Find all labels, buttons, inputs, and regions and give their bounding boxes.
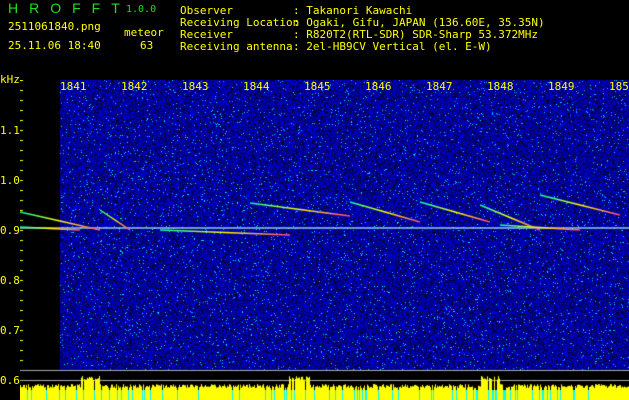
time-tick-label: 1843 — [182, 80, 209, 93]
time-tick-label: 1849 — [548, 80, 575, 93]
freq-tick-label: 1.1 — [0, 124, 20, 137]
time-tick-label: 1842 — [121, 80, 148, 93]
spectrogram — [20, 80, 629, 400]
app-title: HROFFT — [8, 0, 131, 16]
time-tick-label: 1846 — [365, 80, 392, 93]
freq-tick-label: 0.9 — [0, 224, 20, 237]
time-tick-label: 1841 — [60, 80, 87, 93]
meteor-count: 63 — [140, 39, 154, 52]
info-label: Receiving antenna — [180, 40, 293, 53]
time-tick-label: 1848 — [487, 80, 514, 93]
freq-tick-label: 1.0 — [0, 174, 20, 187]
filename: 2511061840.png — [8, 20, 101, 33]
time-tick-label: 1845 — [304, 80, 331, 93]
meteor-label: meteor — [124, 26, 164, 39]
time-tick-label: 1844 — [243, 80, 270, 93]
app-version: 1.0.0 — [126, 4, 157, 15]
freq-tick-label: 0.6 — [0, 374, 20, 387]
datetime: 25.11.06 18:40 — [8, 39, 101, 52]
info-value: : 2el-HB9CV Vertical (el. E-W) — [293, 40, 492, 53]
unit-label: kHz — [0, 73, 20, 86]
freq-tick-label: 0.8 — [0, 274, 20, 287]
freq-tick-label: 0.7 — [0, 324, 20, 337]
time-tick-label: 1847 — [426, 80, 453, 93]
time-tick-label: 1850 — [609, 80, 629, 93]
